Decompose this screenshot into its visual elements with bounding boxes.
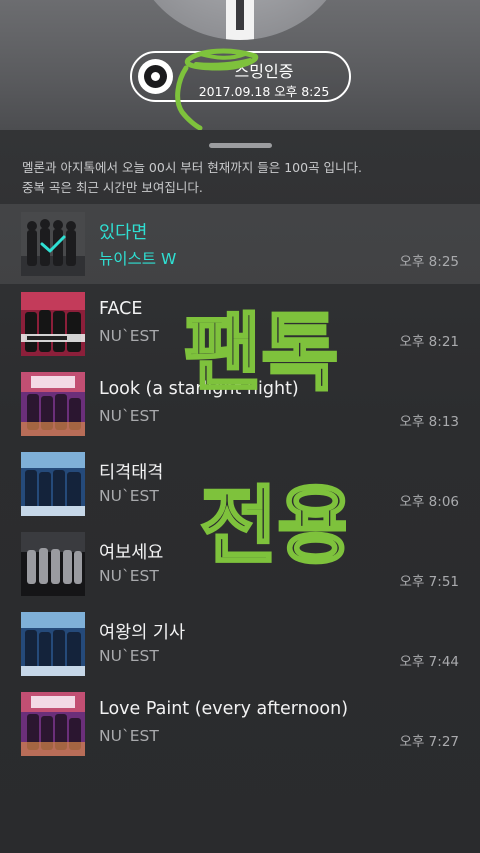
album-cover — [21, 612, 85, 676]
now-playing-indicator — [21, 212, 85, 276]
album-cover — [21, 532, 85, 596]
notice-line-2: 중복 곡은 최근 시간만 보여집니다. — [22, 180, 203, 195]
album-cover — [21, 292, 85, 356]
track-row[interactable]: Love Paint (every afternoon) NU`EST 오후 7… — [0, 684, 480, 764]
album-cover — [21, 452, 85, 516]
handwriting-scribble — [175, 48, 259, 131]
track-row[interactable]: Look (a starlight night) NU`EST 오후 8:13 — [0, 364, 480, 444]
track-title: 티격태격 — [99, 463, 164, 483]
track-time: 오후 8:21 — [399, 334, 459, 350]
track-title: 여보세요 — [99, 543, 164, 563]
track-title: Look (a starlight night) — [99, 379, 299, 399]
track-time: 오후 7:44 — [399, 654, 459, 670]
track-artist: NU`EST — [99, 407, 159, 425]
notice-line-1: 멜론과 아지톡에서 오늘 00시 부터 현재까지 들은 100곡 입니다. — [22, 160, 363, 175]
album-cover — [21, 692, 85, 756]
track-artist: NU`EST — [99, 567, 159, 585]
track-row[interactable]: FACE NU`EST 오후 8:21 — [0, 284, 480, 364]
track-artist: NU`EST — [99, 647, 159, 665]
track-title: 있다면 — [99, 223, 148, 243]
track-time: 오후 8:06 — [399, 494, 459, 510]
track-row[interactable]: 티격태격 NU`EST 오후 8:06 — [0, 444, 480, 524]
track-row[interactable]: 있다면 뉴이스트 W 오후 8:25 — [0, 204, 480, 284]
track-artist: NU`EST — [99, 487, 159, 505]
track-artist: NU`EST — [99, 327, 159, 345]
track-artist: 뉴이스트 W — [99, 250, 177, 268]
track-title: Love Paint (every afternoon) — [99, 699, 349, 719]
album-cover — [21, 212, 85, 276]
track-list: 있다면 뉴이스트 W 오후 8:25 FACE NU`EST 오후 8:21 L… — [0, 204, 480, 764]
track-artist: NU`EST — [99, 727, 159, 745]
track-time: 오후 7:51 — [399, 574, 459, 590]
track-title: 여왕의 기사 — [99, 623, 186, 643]
track-row[interactable]: 여왕의 기사 NU`EST 오후 7:44 — [0, 604, 480, 684]
track-time: 오후 8:13 — [399, 414, 459, 430]
check-icon — [40, 235, 66, 253]
track-time: 오후 7:27 — [399, 734, 459, 750]
album-cover — [21, 372, 85, 436]
track-title: FACE — [99, 299, 143, 319]
track-row[interactable]: 여보세요 NU`EST 오후 7:51 — [0, 524, 480, 604]
drag-handle[interactable] — [209, 143, 272, 148]
notice-text: 멜론과 아지톡에서 오늘 00시 부터 현재까지 들은 100곡 입니다. 중복… — [22, 158, 462, 198]
track-time: 오후 8:25 — [399, 254, 459, 270]
